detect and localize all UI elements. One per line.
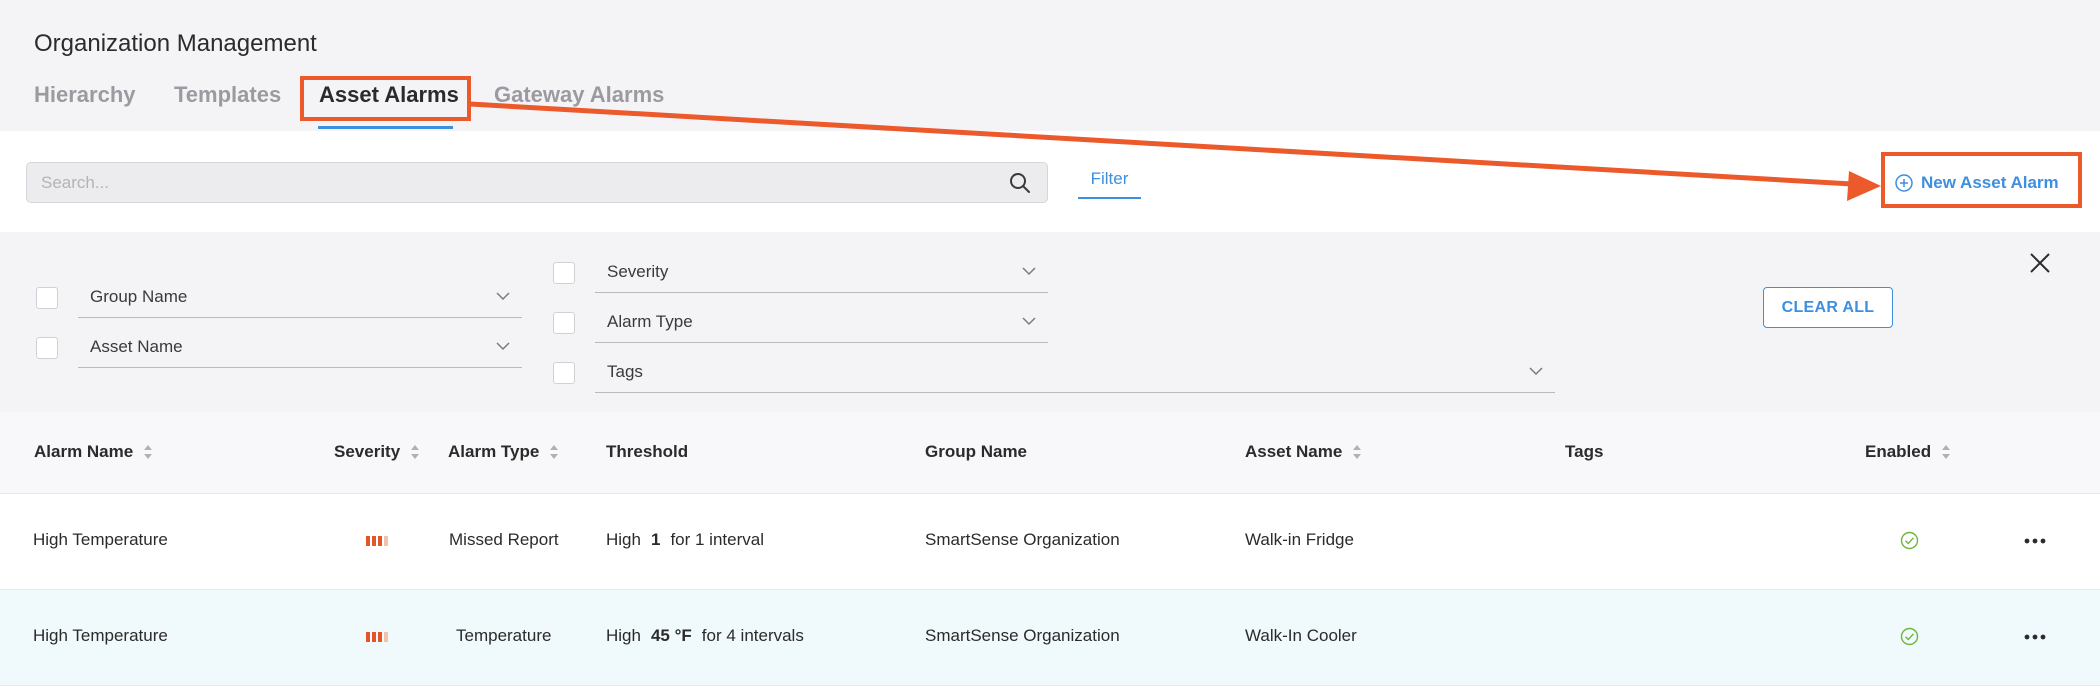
alarm-name-cell: High Temperature (33, 626, 168, 645)
threshold-direction: High (606, 530, 641, 549)
group-name-cell: SmartSense Organization (925, 530, 1120, 549)
check-circle-icon (1900, 531, 1919, 550)
threshold-duration: for 1 interval (670, 530, 764, 549)
toolbar: Filter New Asset Alarm (0, 131, 2100, 232)
column-label: Alarm Name (34, 442, 134, 461)
column-label: Tags (1565, 442, 1604, 461)
alarm-type-cell: Temperature (456, 626, 552, 645)
column-tags: Tags (1565, 442, 1603, 462)
threshold-cell: High 45 °F for 4 intervals (606, 626, 804, 646)
sort-icon (1353, 445, 1362, 459)
column-enabled[interactable]: Enabled (1865, 442, 1951, 462)
tags-label: Tags (607, 362, 643, 381)
threshold-value: 45 °F (650, 626, 692, 645)
search-input[interactable] (41, 163, 981, 202)
check-circle-icon (1900, 627, 1919, 646)
annotation-highlight-tab (300, 76, 471, 121)
chevron-down-icon (1022, 317, 1036, 326)
alarm-type-cell: Missed Report (449, 530, 559, 549)
filter-toggle[interactable]: Filter (1078, 169, 1141, 199)
tab-gateway-alarms[interactable]: Gateway Alarms (494, 82, 664, 108)
severity-checkbox[interactable] (553, 262, 575, 284)
asset-name-cell: Walk-in Fridge (1245, 530, 1354, 549)
active-tab-indicator (318, 126, 453, 129)
sort-icon (1942, 445, 1951, 459)
threshold-duration: for 4 intervals (701, 626, 804, 645)
search-box (26, 162, 1048, 203)
severity-label: Severity (607, 262, 669, 281)
alarm-type-label: Alarm Type (607, 312, 693, 331)
table-row[interactable]: High Temperature Temperature High 45 °F fo… (0, 590, 2100, 686)
column-label: Severity (334, 442, 401, 461)
group-name-checkbox[interactable] (36, 287, 58, 309)
chevron-down-icon (1022, 267, 1036, 276)
more-icon[interactable] (2024, 538, 2046, 544)
threshold-value: 1 (650, 530, 661, 549)
search-icon[interactable] (1009, 172, 1031, 194)
table-row[interactable]: High Temperature Missed Report High 1 for … (0, 494, 2100, 590)
chevron-down-icon (496, 342, 510, 351)
sort-icon (550, 445, 559, 459)
asset-name-dropdown[interactable]: Asset Name (78, 326, 522, 368)
column-label: Alarm Type (448, 442, 540, 461)
clear-all-button[interactable]: CLEAR ALL (1763, 287, 1893, 328)
chevron-down-icon (1529, 367, 1543, 376)
column-label: Threshold (606, 442, 689, 461)
annotation-highlight-button (1881, 152, 2082, 208)
sort-icon (411, 445, 420, 459)
tags-checkbox[interactable] (553, 362, 575, 384)
threshold-direction: High (606, 626, 641, 645)
tab-templates[interactable]: Templates (174, 82, 281, 108)
column-label: Enabled (1865, 442, 1932, 461)
severity-dropdown[interactable]: Severity (595, 251, 1048, 293)
chevron-down-icon (496, 292, 510, 301)
asset-name-label: Asset Name (90, 337, 183, 356)
close-icon[interactable] (2029, 252, 2051, 274)
column-label: Asset Name (1245, 442, 1343, 461)
asset-name-checkbox[interactable] (36, 337, 58, 359)
severity-high-icon (366, 536, 388, 546)
group-name-label: Group Name (90, 287, 188, 306)
severity-high-icon (366, 632, 388, 642)
alarm-name-cell: High Temperature (33, 530, 168, 549)
column-label: Group Name (925, 442, 1028, 461)
tags-dropdown[interactable]: Tags (595, 351, 1555, 393)
threshold-cell: High 1 for 1 interval (606, 530, 764, 550)
sort-icon (144, 445, 153, 459)
column-group-name: Group Name (925, 442, 1027, 462)
asset-name-cell: Walk-In Cooler (1245, 626, 1357, 645)
column-asset-name[interactable]: Asset Name (1245, 442, 1362, 462)
column-alarm-name[interactable]: Alarm Name (34, 442, 153, 462)
column-threshold: Threshold (606, 442, 688, 462)
column-severity[interactable]: Severity (334, 442, 420, 462)
filter-panel: Group Name Asset Name Severity Alarm Typ… (0, 232, 2100, 412)
more-icon[interactable] (2024, 634, 2046, 640)
group-name-cell: SmartSense Organization (925, 626, 1120, 645)
table-header: Alarm Name Severity Alarm Type Threshold… (0, 412, 2100, 494)
alarm-type-checkbox[interactable] (553, 312, 575, 334)
alarm-type-dropdown[interactable]: Alarm Type (595, 301, 1048, 343)
tab-hierarchy[interactable]: Hierarchy (34, 82, 136, 108)
group-name-dropdown[interactable]: Group Name (78, 276, 522, 318)
page-title: Organization Management (34, 30, 317, 57)
column-alarm-type[interactable]: Alarm Type (448, 442, 559, 462)
